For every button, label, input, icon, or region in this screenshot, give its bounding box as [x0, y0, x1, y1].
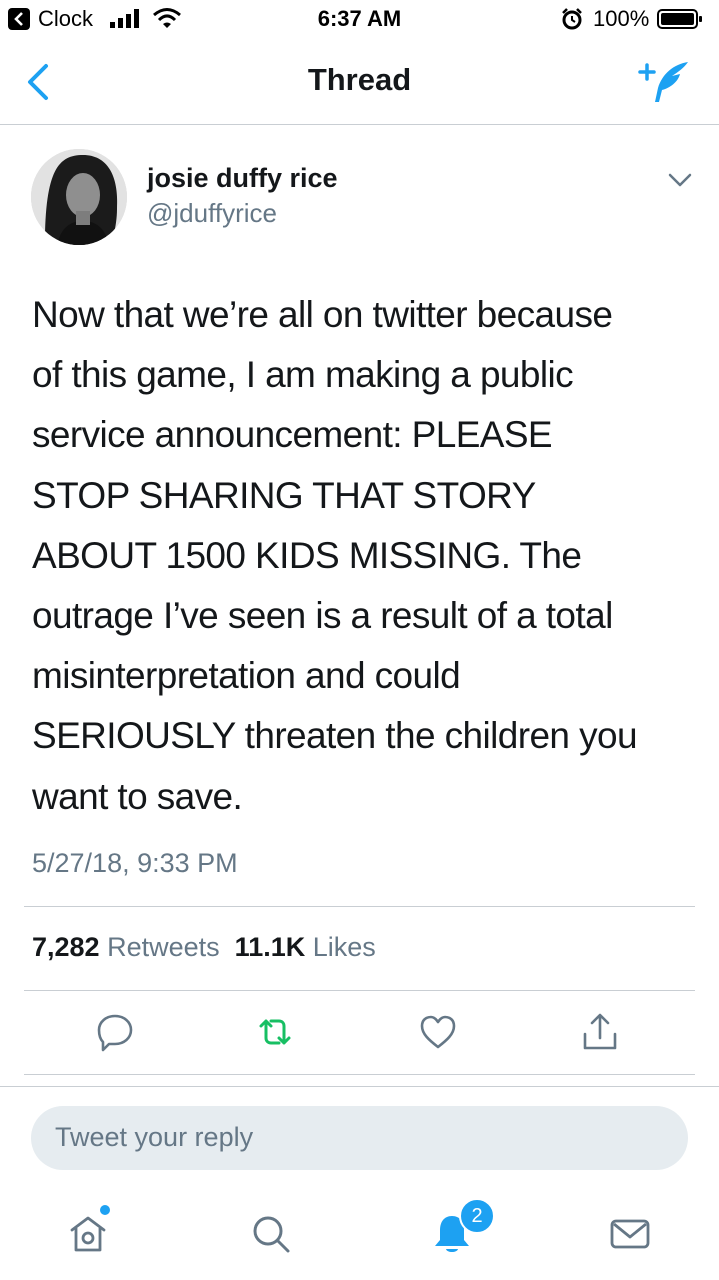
- alarm-icon: [562, 8, 582, 30]
- tweet-text-line: SERIOUSLY threaten the children you: [32, 715, 638, 757]
- tweet-text-line: ABOUT 1500 KIDS MISSING. The: [32, 534, 582, 576]
- tweet-text-line: of this game, I am making a public: [32, 354, 574, 396]
- tweet-text-line: want to save.: [32, 775, 243, 817]
- search-icon[interactable]: [249, 1212, 293, 1256]
- divider: [24, 1074, 695, 1075]
- tweet-text-line: misinterpretation and could: [32, 655, 461, 697]
- divider: [24, 990, 695, 991]
- page-title: Thread: [307, 62, 412, 97]
- retweet-label[interactable]: Retweets: [107, 932, 220, 962]
- chevron-down-icon[interactable]: [666, 170, 694, 190]
- like-icon[interactable]: [418, 1012, 458, 1052]
- like-count[interactable]: 11.1K: [235, 932, 306, 962]
- home-unread-dot: [100, 1205, 110, 1215]
- tweet-timestamp: 5/27/18, 9:33 PM: [32, 848, 238, 878]
- retweet-count[interactable]: 7,282: [32, 932, 100, 962]
- nav-bar: Thread: [0, 40, 719, 125]
- share-icon[interactable]: [580, 1012, 620, 1052]
- reply-input[interactable]: Tweet your reply: [31, 1106, 688, 1170]
- reply-separator: [0, 1086, 719, 1087]
- notification-badge: 2: [459, 1198, 495, 1234]
- divider: [24, 906, 695, 907]
- tweet-text-line: STOP SHARING THAT STORY: [32, 474, 536, 516]
- tweet-text: Now that we’re all on twitter because of…: [32, 285, 692, 827]
- messages-icon[interactable]: [608, 1212, 652, 1256]
- tweet-text-line: service announcement: PLEASE: [32, 414, 553, 456]
- reply-icon[interactable]: [95, 1012, 135, 1052]
- tweet-text-line: outrage I’ve seen is a result of a total: [32, 595, 613, 637]
- avatar-photo: [31, 149, 127, 245]
- tweet-stats: 7,282 Retweets 11.1K Likes: [32, 932, 376, 963]
- like-label[interactable]: Likes: [313, 932, 376, 962]
- tweet-text-line: Now that we’re all on twitter because: [32, 294, 613, 335]
- battery-percent: 100%: [593, 6, 650, 31]
- compose-tweet-button[interactable]: [636, 58, 692, 106]
- retweet-icon[interactable]: [255, 1012, 295, 1052]
- avatar[interactable]: [31, 149, 127, 245]
- author-handle[interactable]: @jduffyrice: [147, 198, 277, 229]
- home-icon[interactable]: [66, 1212, 110, 1256]
- reply-placeholder: Tweet your reply: [55, 1122, 254, 1152]
- battery-icon: [657, 9, 702, 29]
- author-name[interactable]: josie duffy rice: [147, 163, 338, 194]
- status-bar: Clock 6:37 AM 100%: [0, 0, 719, 40]
